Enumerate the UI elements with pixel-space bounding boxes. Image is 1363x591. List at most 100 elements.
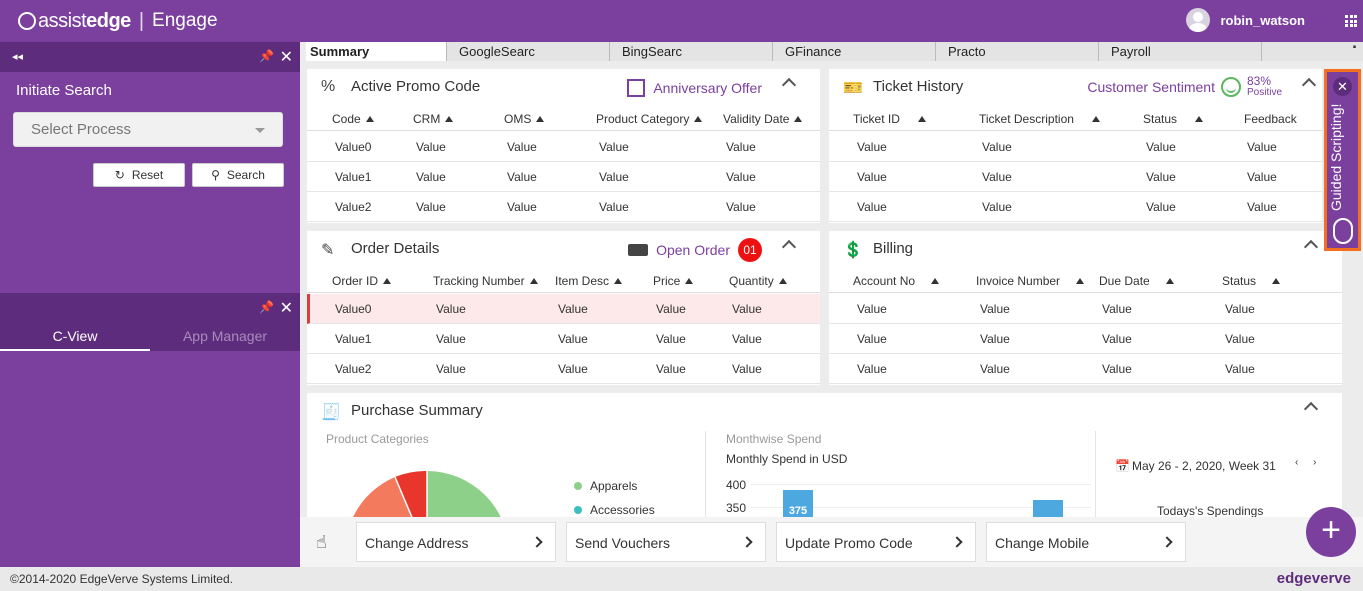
table-row[interactable]: Value Value Value Value	[829, 162, 1322, 192]
search-panel-header: ◂◂ 📌 ✕	[0, 42, 300, 72]
table-row-selected[interactable]: Value0 Value Value Value Value	[307, 294, 820, 324]
column-header[interactable]: Order ID	[332, 274, 392, 288]
brand-ring-icon	[18, 12, 36, 30]
tabs-more-icon[interactable]: ▪	[1346, 42, 1363, 61]
tab-bingsearc[interactable]: BingSearc	[610, 42, 773, 61]
add-fab-button[interactable]: +	[1306, 507, 1356, 557]
pin-icon[interactable]: 📌	[259, 300, 274, 314]
table-row[interactable]: Value2 Value Value Value Value	[307, 192, 820, 222]
app-tabs: Summary GoogleSearc BingSearc GFinance P…	[306, 42, 1346, 61]
purchase-title: Purchase Summary	[351, 402, 483, 419]
column-header[interactable]: Ticket Description	[979, 112, 1100, 126]
tab-practo[interactable]: Practo	[936, 42, 1099, 61]
tab-googlesearc[interactable]: GoogleSearc	[447, 42, 610, 61]
chevron-up-icon[interactable]	[1303, 401, 1319, 417]
reset-label: Reset	[131, 168, 164, 182]
close-icon[interactable]: ✕	[1333, 77, 1352, 96]
brand-logo: assist edge | Engage	[18, 9, 218, 33]
y-tick-label: 350	[726, 501, 747, 515]
column-header[interactable]: Account No	[853, 274, 940, 288]
column-header[interactable]: Ticket ID	[853, 112, 926, 126]
column-header[interactable]: OMS	[504, 112, 545, 126]
legend-item: Apparels	[574, 479, 637, 493]
pin-icon[interactable]: 📌	[259, 49, 274, 63]
cview-panel-header: 📌 ✕	[0, 293, 300, 323]
spend-bar: 375	[783, 490, 813, 517]
table-row[interactable]: Value2 Value Value Value Value	[307, 354, 820, 384]
change-address-button[interactable]: Change Address	[356, 522, 556, 562]
apps-grid-icon[interactable]	[1345, 15, 1357, 27]
column-header[interactable]: Product Category	[596, 112, 703, 126]
prev-week-icon[interactable]: ‹	[1295, 457, 1298, 468]
column-header[interactable]: Status	[1143, 112, 1204, 126]
initiate-search-title: Initiate Search	[16, 82, 112, 99]
tab-app-manager[interactable]: App Manager	[150, 323, 300, 351]
select-process-dropdown[interactable]: Select Process	[13, 112, 283, 147]
send-vouchers-button[interactable]: Send Vouchers	[566, 522, 766, 562]
spend-bar	[1033, 500, 1063, 517]
ticket-panel: 🎫 Ticket History Customer Sentiment 83% …	[829, 69, 1322, 223]
tab-payroll[interactable]: Payroll	[1099, 42, 1262, 61]
guided-scripting-tab[interactable]: ✕ Guided Scripting!	[1324, 69, 1361, 251]
column-header[interactable]: Item Desc	[555, 274, 623, 288]
script-icon	[1333, 218, 1353, 244]
copyright-text: ©2014-2020 EdgeVerve Systems Limited.	[10, 572, 233, 586]
brand-light: assist	[38, 9, 87, 32]
billing-title: Billing	[873, 240, 914, 257]
open-order-badge: 01	[738, 238, 762, 262]
close-icon[interactable]: ✕	[280, 47, 293, 67]
user-menu[interactable]: robin_watson	[1186, 8, 1305, 32]
product-name: Engage	[152, 10, 218, 31]
open-order[interactable]: Open Order 01	[628, 238, 762, 262]
column-header[interactable]: Feedback	[1244, 112, 1297, 126]
order-title: Order Details	[351, 240, 440, 257]
column-header[interactable]: Quantity	[729, 274, 787, 288]
tab-gfinance[interactable]: GFinance	[773, 42, 936, 61]
search-label: Search	[226, 168, 265, 182]
reset-button[interactable]: ↻ Reset	[93, 163, 185, 187]
table-row[interactable]: Value1 Value Value Value Value	[307, 162, 820, 192]
monthwise-spend-label: Monthwise Spend	[726, 432, 822, 446]
pie-slice-apparels	[427, 471, 501, 517]
table-row[interactable]: Value0 Value Value Value Value	[307, 132, 820, 162]
truck-icon	[628, 244, 649, 256]
column-header[interactable]: Tracking Number	[433, 274, 538, 288]
brand-bold: edge	[86, 9, 131, 32]
legend-label: Apparels	[590, 479, 638, 493]
tab-summary[interactable]: Summary	[306, 42, 447, 61]
column-header[interactable]: Invoice Number	[976, 274, 1085, 288]
column-header[interactable]: Price	[653, 274, 694, 288]
column-header[interactable]: Status	[1222, 274, 1281, 288]
column-header[interactable]: Due Date	[1099, 274, 1174, 288]
table-row[interactable]: Value Value Value Value	[829, 354, 1342, 384]
calendar-icon: 📅	[1115, 459, 1130, 473]
change-mobile-button[interactable]: Change Mobile	[986, 522, 1186, 562]
ticket-icon: 🎫	[843, 80, 863, 97]
billing-table-header: Account No Invoice Number Due Date Statu…	[829, 267, 1342, 293]
table-row[interactable]: Value Value Value Value	[829, 132, 1322, 162]
chevron-up-icon[interactable]	[781, 77, 797, 93]
update-promo-code-button[interactable]: Update Promo Code	[776, 522, 976, 562]
column-header[interactable]: Code	[332, 112, 374, 126]
table-row[interactable]: Value Value Value Value	[829, 294, 1342, 324]
anniversary-offer[interactable]: Anniversary Offer	[627, 79, 762, 97]
promo-title: Active Promo Code	[351, 78, 481, 95]
next-week-icon[interactable]: ›	[1313, 457, 1316, 468]
column-header[interactable]: CRM	[413, 112, 454, 126]
promo-panel: % Active Promo Code Anniversary Offer Co…	[307, 69, 820, 223]
legend-dot	[574, 506, 582, 514]
table-row[interactable]: Value1 Value Value Value Value	[307, 324, 820, 354]
collapse-icon[interactable]: ◂◂	[12, 50, 23, 63]
table-row[interactable]: Value Value Value Value	[829, 324, 1342, 354]
column-header[interactable]: Validity Date	[723, 112, 803, 126]
chevron-up-icon[interactable]	[1301, 77, 1317, 93]
chevron-up-icon[interactable]	[781, 239, 797, 255]
close-icon[interactable]: ✕	[280, 298, 293, 318]
avatar-icon	[1186, 8, 1211, 32]
sentiment-percent: 83%	[1246, 74, 1272, 88]
chevron-up-icon[interactable]	[1303, 239, 1319, 255]
search-button[interactable]: ⚲ Search	[192, 163, 284, 187]
table-row[interactable]: Value Value Value Value	[829, 192, 1322, 222]
tab-c-view[interactable]: C-View	[0, 323, 150, 351]
username: robin_watson	[1220, 12, 1305, 28]
